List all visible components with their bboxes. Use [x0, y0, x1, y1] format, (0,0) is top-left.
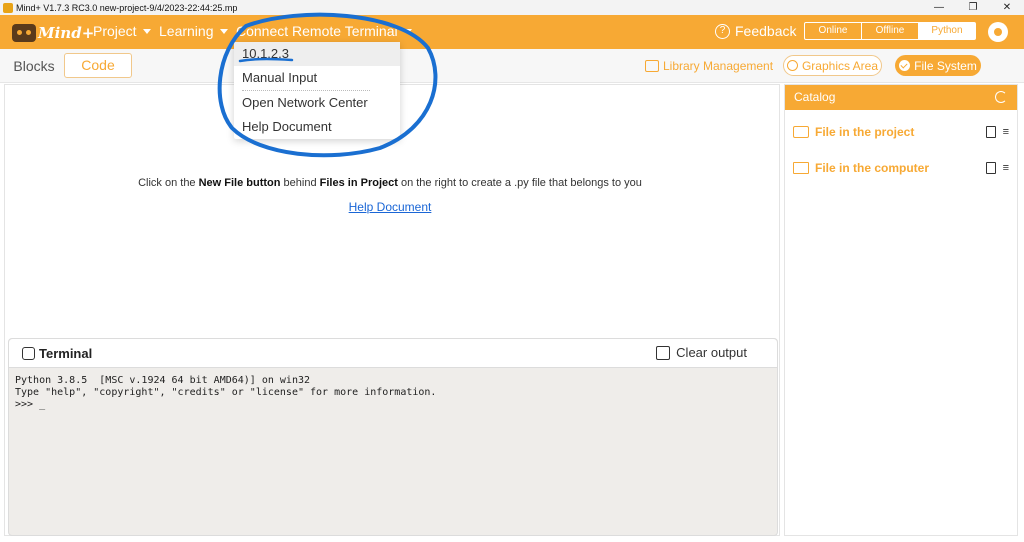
window-titlebar: Mind+ V1.7.3 RC3.0 new-project-9/4/2023-… [0, 0, 1024, 15]
tab-blocks[interactable]: Blocks [6, 54, 62, 78]
chevron-down-icon [142, 28, 151, 34]
editor-toolbar: Blocks Code Library Management Graphics … [0, 49, 1024, 83]
menu-learning-label: Learning [159, 23, 214, 39]
menu-connect-remote-terminal[interactable]: Connect Remote Terminal [236, 23, 412, 39]
graphics-label: Graphics Area [801, 58, 879, 73]
clear-output-button[interactable]: Clear output [656, 345, 747, 360]
clear-output-label: Clear output [676, 345, 747, 360]
terminal-title-label: Terminal [39, 346, 93, 361]
mode-online[interactable]: Online [805, 23, 861, 39]
row-actions: ≡ [985, 162, 1009, 174]
chevron-down-icon [403, 28, 412, 34]
menu-connect-label: Connect Remote Terminal [236, 23, 398, 39]
row-actions: ≡ [985, 126, 1009, 138]
terminal-title: Terminal [22, 346, 92, 361]
hint-text: Click on the [138, 177, 199, 189]
menu-icon[interactable]: ≡ [1003, 126, 1009, 138]
help-document-link[interactable]: Help Document [5, 200, 775, 214]
check-circle-icon [899, 60, 911, 71]
terminal-header: Terminal Clear output [9, 339, 777, 368]
chevron-down-icon [219, 28, 228, 34]
menu-icon[interactable]: ≡ [1003, 162, 1009, 174]
hint-bold-files-in-project: Files in Project [319, 177, 398, 189]
dropdown-item-help-document[interactable]: Help Document [234, 115, 400, 139]
filesystem-label: File System [914, 58, 977, 73]
close-icon[interactable]: ✕ [990, 0, 1024, 15]
gear-icon[interactable] [988, 22, 1008, 42]
catalog-item-computer-files[interactable]: File in the computer ≡ [793, 161, 1009, 175]
menu-project[interactable]: Project [93, 23, 151, 39]
connect-remote-terminal-dropdown: 10.1.2.3 Manual Input Open Network Cente… [234, 42, 400, 139]
dropdown-item-network-center[interactable]: Open Network Center [234, 91, 400, 115]
monitor-icon [793, 162, 809, 174]
graphics-area-button[interactable]: Graphics Area [783, 55, 882, 76]
library-label: Library Management [663, 59, 774, 73]
new-file-icon[interactable] [985, 126, 996, 138]
broom-icon [656, 345, 671, 360]
edit-icon [22, 347, 35, 360]
feedback-label: Feedback [735, 23, 797, 39]
tab-code[interactable]: Code [64, 53, 132, 78]
catalog-header: Catalog [785, 85, 1017, 110]
dropdown-item-manual-input[interactable]: Manual Input [234, 66, 400, 90]
menu-learning[interactable]: Learning [159, 23, 228, 39]
refresh-icon[interactable] [995, 91, 1007, 103]
hint-bold-new-file: New File button [198, 177, 281, 189]
catalog-title: Catalog [794, 90, 836, 104]
maximize-icon[interactable]: ❐ [956, 0, 990, 15]
mode-switch: Online Offline Python [804, 22, 976, 40]
terminal-panel: Terminal Clear output Python 3.8.5 [MSC … [8, 338, 778, 536]
library-management-button[interactable]: Library Management [645, 59, 773, 73]
catalog-item-label: File in the project [815, 125, 915, 139]
folder-list-icon [793, 126, 809, 138]
hint-text: behind [280, 177, 320, 189]
help-circle-icon: ? [715, 23, 730, 39]
new-file-icon[interactable] [985, 162, 996, 174]
circle-icon [786, 60, 798, 71]
menu-project-label: Project [93, 23, 137, 39]
library-icon [645, 60, 659, 72]
minimize-icon[interactable]: — [922, 0, 956, 15]
hint-text: on the right to create a .py file that b… [397, 177, 642, 189]
mode-offline[interactable]: Offline [861, 23, 918, 39]
catalog-item-label: File in the computer [815, 161, 930, 175]
brand-name: Mind+ [38, 24, 95, 42]
file-system-button[interactable]: File System [895, 55, 981, 76]
main-menubar: Mind+ Project Learning Connect Remote Te… [0, 15, 1024, 49]
window-title: Mind+ V1.7.3 RC3.0 new-project-9/4/2023-… [16, 2, 238, 13]
window-controls: — ❐ ✕ [922, 0, 1024, 15]
app-icon [3, 2, 13, 13]
feedback-button[interactable]: ? Feedback [715, 23, 796, 39]
mode-python[interactable]: Python [918, 23, 975, 39]
empty-workspace-hint: Click on the New File button behind File… [5, 177, 775, 189]
robot-logo-icon [12, 24, 36, 42]
catalog-item-project-files[interactable]: File in the project ≡ [793, 125, 1009, 139]
terminal-output[interactable]: Python 3.8.5 [MSC v.1924 64 bit AMD64)] … [9, 368, 777, 418]
dropdown-item-ip[interactable]: 10.1.2.3 [234, 42, 400, 66]
mindplus-logo: Mind+ [12, 22, 94, 44]
catalog-panel: Catalog File in the project ≡ File in th… [784, 84, 1018, 536]
